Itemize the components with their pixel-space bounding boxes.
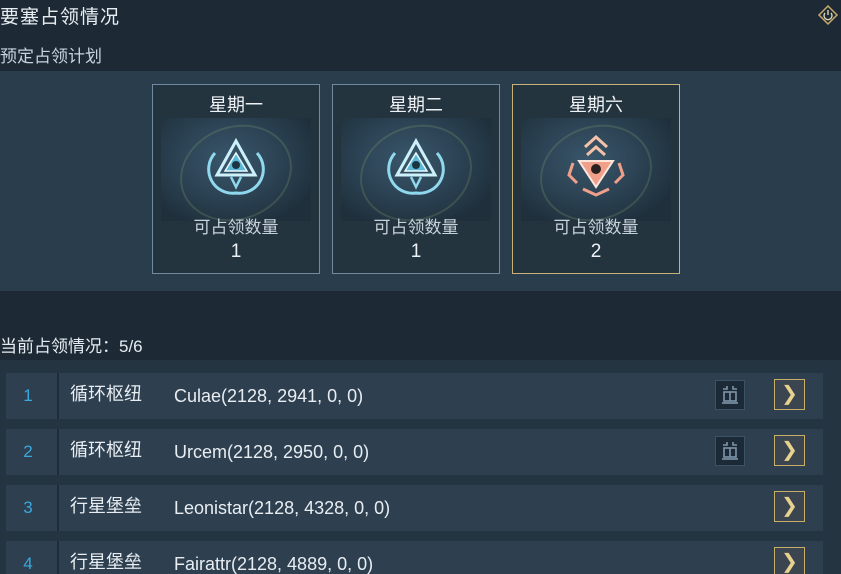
row-index: 1	[23, 386, 33, 405]
fortress-name: Leonistar(2128, 4328, 0, 0)	[174, 498, 391, 518]
planet-fortress-icon	[567, 134, 625, 197]
row-divider	[57, 485, 59, 531]
row-divider	[57, 429, 59, 475]
fortress-list: 1 循环枢纽 Culae(2128, 2941, 0, 0) ❯ 2 循环枢纽 …	[0, 360, 841, 574]
fortress-type: 循环枢纽	[70, 440, 142, 460]
capacity-label: 可占领数量	[553, 218, 639, 237]
fortress-name: Culae(2128, 2941, 0, 0)	[174, 386, 364, 406]
fortress-type: 循环枢纽	[70, 384, 142, 404]
capacity-label: 可占领数量	[193, 218, 279, 237]
fortress-name: Fairattr(2128, 4889, 0, 0)	[174, 554, 374, 574]
row-index: 3	[23, 498, 33, 517]
day-card-monday[interactable]: 星期一 可占领数量 1	[152, 84, 320, 274]
day-card-saturday[interactable]: 星期六 可占领数量 2	[512, 84, 680, 274]
loop-hub-icon	[207, 137, 265, 195]
fleet-icon-button[interactable]	[715, 436, 745, 466]
loop-hub-icon	[387, 137, 445, 195]
day-label: 星期六	[569, 95, 623, 115]
occupation-plan-panel: 星期一 可占领数量 1 星期二 可占领数量 1 星期六 可占领数量 2	[0, 71, 841, 291]
list-item: 4 行星堡垒 Fairattr(2128, 4889, 0, 0) ❯	[6, 541, 823, 574]
capacity-value: 2	[590, 241, 602, 262]
list-item: 3 行星堡垒 Leonistar(2128, 4328, 0, 0) ❯	[6, 485, 823, 531]
capacity-value: 1	[410, 241, 422, 262]
go-button[interactable]: ❯	[774, 491, 805, 522]
list-item: 2 循环枢纽 Urcem(2128, 2950, 0, 0) ❯	[6, 429, 823, 475]
fortress-type: 行星堡垒	[70, 496, 142, 516]
power-icon[interactable]	[817, 4, 839, 26]
occupation-status: 当前占领情况：5/6	[0, 337, 143, 356]
capacity-value: 1	[230, 241, 242, 262]
plan-subtitle: 预定占领计划	[0, 47, 102, 66]
day-label: 星期二	[389, 95, 443, 115]
fleet-icon-button[interactable]	[715, 380, 745, 410]
row-index: 4	[23, 554, 33, 573]
fleet-icon	[722, 442, 738, 460]
day-label: 星期一	[209, 95, 263, 115]
row-divider	[57, 541, 59, 574]
day-card-tuesday[interactable]: 星期二 可占领数量 1	[332, 84, 500, 274]
go-button[interactable]: ❯	[774, 379, 805, 410]
row-divider	[57, 373, 59, 419]
list-item: 1 循环枢纽 Culae(2128, 2941, 0, 0) ❯	[6, 373, 823, 419]
go-button[interactable]: ❯	[774, 547, 805, 574]
fortress-type: 行星堡垒	[70, 552, 142, 572]
fortress-name: Urcem(2128, 2950, 0, 0)	[174, 442, 370, 462]
row-index: 2	[23, 442, 33, 461]
capacity-label: 可占领数量	[373, 218, 459, 237]
fleet-icon	[722, 386, 738, 404]
go-button[interactable]: ❯	[774, 435, 805, 466]
page-title: 要塞占领情况	[0, 7, 121, 28]
